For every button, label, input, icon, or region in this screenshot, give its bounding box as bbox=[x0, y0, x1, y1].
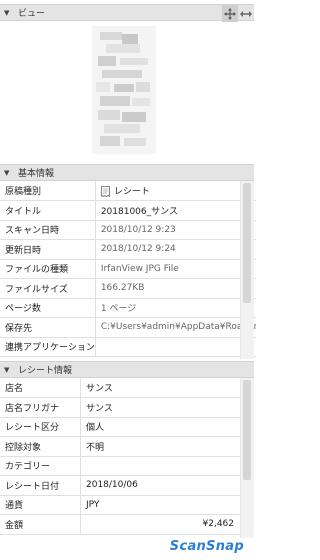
property-value-text: 166.27KB bbox=[100, 283, 145, 294]
property-value-text: IrfanView JPG File bbox=[100, 263, 179, 274]
property-row[interactable]: 金額 ¥2,462 bbox=[0, 514, 240, 535]
receipt-thumbnail bbox=[92, 26, 156, 154]
property-label: ファイルサイズ bbox=[0, 278, 96, 299]
receipt-info-header[interactable]: ▼ レシート情報 bbox=[0, 361, 254, 378]
property-label: 保存先 bbox=[0, 317, 96, 338]
property-value-text: 個人 bbox=[86, 423, 105, 434]
receipt-icon bbox=[100, 186, 110, 197]
property-value[interactable]: JPY bbox=[80, 495, 240, 515]
property-row[interactable]: 控除対象 不明 bbox=[0, 436, 240, 457]
property-label: ファイルの種類 bbox=[0, 259, 96, 279]
section-title: レシート情報 bbox=[18, 366, 73, 376]
property-value-text: 2018/10/06 bbox=[86, 480, 138, 491]
property-row[interactable]: 原稿種別 レシート bbox=[0, 181, 256, 201]
property-row[interactable]: 店名 サンス bbox=[0, 378, 240, 398]
property-row[interactable]: レシート日付 2018/10/06 bbox=[0, 475, 240, 496]
property-value[interactable]: C:¥Users¥admin¥AppData¥Roamin... bbox=[95, 317, 256, 338]
property-label: 店名フリガナ bbox=[0, 397, 81, 418]
property-value[interactable]: 不明 bbox=[80, 436, 240, 457]
property-value[interactable]: サンス bbox=[80, 397, 240, 418]
property-value[interactable]: ¥2,462 bbox=[80, 514, 240, 535]
property-value-text: 不明 bbox=[86, 442, 105, 453]
property-row[interactable]: 保存先 C:¥Users¥admin¥AppData¥Roamin... bbox=[0, 317, 256, 338]
property-value[interactable] bbox=[80, 456, 240, 476]
property-label: スキャン日時 bbox=[0, 220, 96, 240]
property-value-text: サンス bbox=[86, 403, 113, 414]
property-row[interactable]: 連携アプリケーション bbox=[0, 337, 256, 357]
collapse-triangle-icon[interactable]: ▼ bbox=[4, 366, 12, 374]
property-row[interactable]: 通貨 JPY bbox=[0, 495, 240, 515]
property-row[interactable]: タイトル 20181006_サンス bbox=[0, 200, 256, 221]
property-row[interactable]: 店名フリガナ サンス bbox=[0, 397, 240, 418]
property-value-text: 2018/10/12 9:23 bbox=[100, 224, 176, 235]
section-title: ビュー bbox=[18, 9, 46, 19]
collapse-triangle-icon[interactable]: ▼ bbox=[4, 9, 12, 17]
view-tools bbox=[222, 5, 254, 22]
property-value-text: C:¥Users¥admin¥AppData¥Roamin... bbox=[100, 322, 256, 333]
scrollbar-thumb[interactable] bbox=[243, 183, 251, 303]
basic-info-table: 原稿種別 レシートタイトル 20181006_サンス スキャン日時 2018/10/12… bbox=[0, 181, 256, 357]
property-value[interactable]: 20181006_サンス bbox=[95, 200, 256, 221]
property-value-text: 1 ページ bbox=[100, 304, 137, 315]
move-tool-button[interactable] bbox=[222, 5, 238, 22]
receipt-info-scrollbar[interactable] bbox=[240, 378, 254, 538]
property-value-text: 20181006_サンス bbox=[100, 206, 178, 217]
scrollbar-thumb[interactable] bbox=[243, 380, 251, 480]
property-value-text: 2018/10/12 9:24 bbox=[100, 244, 176, 255]
property-label: 金額 bbox=[0, 514, 81, 535]
property-row[interactable]: カテゴリー bbox=[0, 456, 240, 476]
basic-info-scrollbar[interactable] bbox=[240, 181, 254, 359]
property-row[interactable]: ページ数 1 ページ bbox=[0, 298, 256, 318]
property-value[interactable]: 166.27KB bbox=[95, 278, 256, 299]
collapse-triangle-icon[interactable]: ▼ bbox=[4, 169, 12, 177]
property-value[interactable] bbox=[95, 337, 256, 357]
property-value[interactable]: レシート bbox=[95, 181, 256, 201]
property-label: 店名 bbox=[0, 378, 81, 398]
property-row[interactable]: ファイルサイズ 166.27KB bbox=[0, 278, 256, 299]
property-value-text: ¥2,462 bbox=[202, 519, 235, 530]
preview-area[interactable] bbox=[0, 22, 254, 158]
horizontal-arrows-icon bbox=[240, 10, 252, 17]
property-label: 控除対象 bbox=[0, 436, 81, 457]
property-value-text: レシート bbox=[113, 187, 150, 197]
property-value-text: JPY bbox=[86, 499, 100, 510]
property-value[interactable]: 1 ページ bbox=[95, 298, 256, 318]
property-label: 更新日時 bbox=[0, 239, 96, 260]
property-value[interactable]: 2018/10/12 9:23 bbox=[95, 220, 256, 240]
fit-width-button[interactable] bbox=[238, 5, 254, 22]
property-row[interactable]: スキャン日時 2018/10/12 9:23 bbox=[0, 220, 256, 240]
basic-info-header[interactable]: ▼ 基本情報 bbox=[0, 164, 254, 181]
scansnap-logo: ScanSnap bbox=[169, 539, 244, 554]
receipt-info-table: 店名 サンス 店名フリガナ サンス レシート区分 個人 控除対象 不明 カテゴリー レシート日付 2… bbox=[0, 378, 240, 535]
property-label: カテゴリー bbox=[0, 456, 81, 476]
property-label: 原稿種別 bbox=[0, 181, 96, 201]
move-arrows-icon bbox=[224, 7, 236, 20]
property-value[interactable]: IrfanView JPG File bbox=[95, 259, 256, 279]
section-title: 基本情報 bbox=[18, 169, 55, 179]
property-label: 通貨 bbox=[0, 495, 81, 515]
property-value[interactable]: 個人 bbox=[80, 417, 240, 437]
property-value-text: サンス bbox=[86, 384, 113, 394]
property-label: ページ数 bbox=[0, 298, 96, 318]
property-value[interactable]: サンス bbox=[80, 378, 240, 398]
property-label: レシート日付 bbox=[0, 475, 81, 496]
property-row[interactable]: ファイルの種類 IrfanView JPG File bbox=[0, 259, 256, 279]
property-label: 連携アプリケーション bbox=[0, 337, 96, 357]
property-row[interactable]: レシート区分 個人 bbox=[0, 417, 240, 437]
property-value[interactable]: 2018/10/06 bbox=[80, 475, 240, 496]
view-section-header[interactable]: ▼ ビュー bbox=[0, 4, 254, 22]
property-row[interactable]: 更新日時 2018/10/12 9:24 bbox=[0, 239, 256, 260]
property-label: タイトル bbox=[0, 200, 96, 221]
property-value[interactable]: 2018/10/12 9:24 bbox=[95, 239, 256, 260]
property-label: レシート区分 bbox=[0, 417, 81, 437]
